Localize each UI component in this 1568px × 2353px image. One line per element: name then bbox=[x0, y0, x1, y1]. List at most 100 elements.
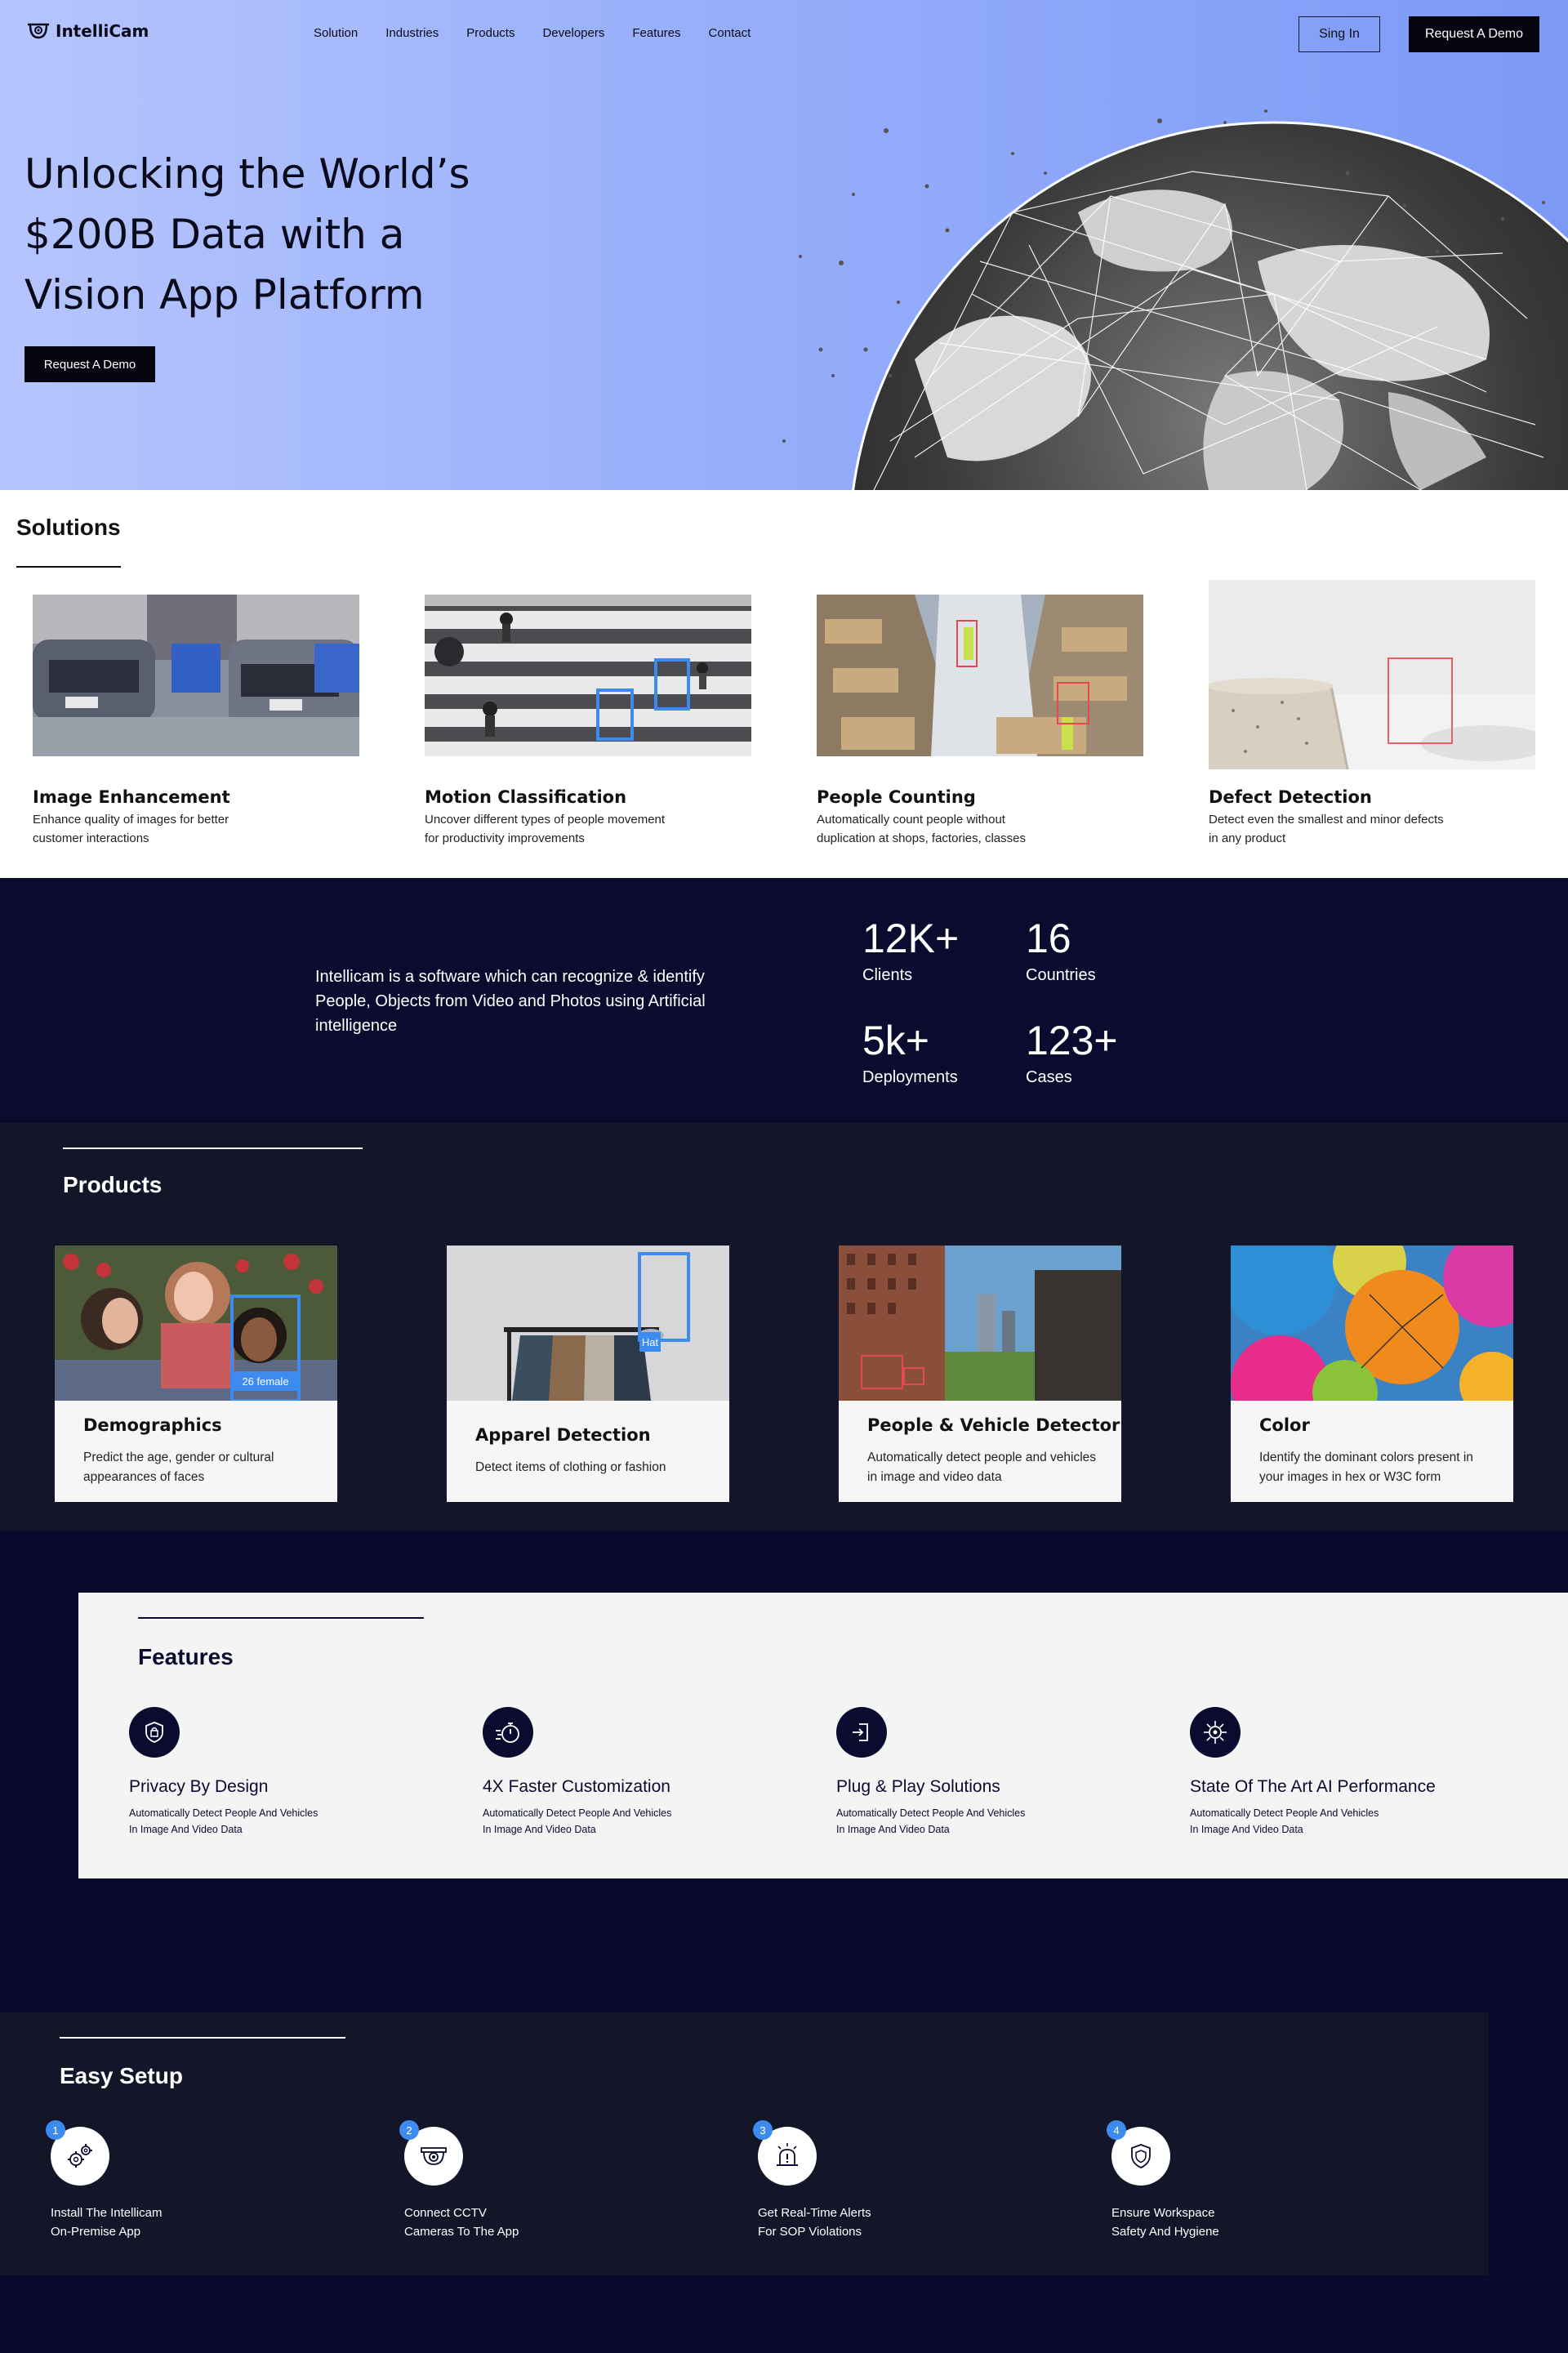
solution-image bbox=[425, 595, 751, 756]
section-title: Features bbox=[138, 1644, 234, 1669]
solution-image bbox=[817, 595, 1143, 756]
feature-item: Plug & Play Solutions Automatically Dete… bbox=[836, 1707, 1114, 1838]
products-section: Products 26 female Demographics Predict … bbox=[0, 1123, 1568, 1531]
solution-description: Enhance quality of images for better cus… bbox=[33, 813, 229, 845]
step-text-line: Safety And Hygiene bbox=[1111, 2225, 1219, 2239]
product-card[interactable]: People & Vehicle Detector Automatically … bbox=[839, 1246, 1121, 1502]
product-image bbox=[1231, 1246, 1513, 1401]
plug-in-icon bbox=[836, 1707, 887, 1758]
setup-step: 3 Get Real-Time Alerts For SOP Violation… bbox=[753, 2120, 962, 2241]
hero-title-line: $200B Data with a bbox=[24, 211, 405, 258]
feature-item: 4X Faster Customization Automatically De… bbox=[483, 1707, 760, 1838]
stat-label: Deployments bbox=[862, 1068, 958, 1086]
main-nav: Solution Industries Products Developers … bbox=[314, 26, 751, 40]
hero-title: Unlocking the World’s $200B Data with a … bbox=[24, 144, 482, 325]
stat-label: Countries bbox=[1026, 966, 1096, 984]
solutions-section: Solutions Image Enhancement Enhance qual… bbox=[0, 490, 1568, 878]
globe-image bbox=[782, 109, 1568, 490]
step-text: Install The Intellicam On-Premise App bbox=[51, 2204, 255, 2241]
step-number-badge: 1 bbox=[46, 2120, 65, 2140]
hero-title-line: Unlocking the World’s bbox=[24, 150, 470, 198]
cctv-camera-icon: 2 bbox=[399, 2120, 463, 2186]
step-text-line: For SOP Violations bbox=[758, 2225, 862, 2239]
divider bbox=[63, 1148, 363, 1149]
sign-in-button[interactable]: Sing In bbox=[1298, 16, 1380, 52]
feature-name: Plug & Play Solutions bbox=[836, 1777, 1000, 1796]
solution-name: Motion Classification bbox=[425, 787, 627, 807]
product-description: Detect items of clothing or fashion bbox=[475, 1460, 666, 1474]
step-text: Connect CCTV Cameras To The App bbox=[404, 2204, 608, 2241]
step-text: Ensure Workspace Safety And Hygiene bbox=[1111, 2204, 1316, 2241]
nav-item-contact[interactable]: Contact bbox=[709, 26, 751, 40]
hero-title-line: Vision App Platform bbox=[24, 271, 425, 319]
nav-item-solution[interactable]: Solution bbox=[314, 26, 358, 40]
product-image: 26 female bbox=[55, 1246, 337, 1401]
product-image: Hat bbox=[447, 1246, 729, 1401]
product-card[interactable]: 26 female Demographics Predict the age, … bbox=[55, 1246, 337, 1502]
stat-number: 12K+ bbox=[862, 916, 960, 961]
step-text-line: Install The Intellicam bbox=[51, 2206, 163, 2220]
stats-section: Intellicam is a software which can recog… bbox=[0, 878, 1568, 1123]
gears-icon: 1 bbox=[46, 2120, 109, 2186]
setup-step: 1 Install The Intellicam On-Premise App bbox=[46, 2120, 255, 2241]
product-image bbox=[839, 1246, 1121, 1401]
solution-image bbox=[33, 595, 359, 756]
nav-item-developers[interactable]: Developers bbox=[542, 26, 604, 40]
stat-cases: 123+ Cases bbox=[1026, 1018, 1118, 1087]
nav-item-industries[interactable]: Industries bbox=[385, 26, 439, 40]
easy-setup-section: Easy Setup 1 Install The Intellicam On-P… bbox=[0, 2012, 1489, 2275]
step-number-badge: 2 bbox=[399, 2120, 419, 2140]
stat-deployments: 5k+ Deployments bbox=[862, 1018, 958, 1087]
solution-image bbox=[1209, 580, 1535, 769]
hero-request-demo-button[interactable]: Request A Demo bbox=[24, 346, 155, 382]
section-title: Easy Setup bbox=[60, 2063, 183, 2088]
detection-tag: Hat bbox=[642, 1336, 659, 1348]
features-section: Features Privacy By Design Automatically… bbox=[78, 1593, 1568, 1878]
feature-item: State Of The Art AI Performance Automati… bbox=[1190, 1707, 1468, 1838]
step-text: Get Real-Time Alerts For SOP Violations bbox=[758, 2204, 962, 2241]
feature-description: Automatically Detect People And Vehicles… bbox=[836, 1807, 1026, 1835]
section-title: Products bbox=[63, 1172, 163, 1197]
product-name: Demographics bbox=[83, 1415, 222, 1435]
hero-section: IntelliCam Solution Industries Products … bbox=[0, 0, 1568, 490]
section-title: Solutions bbox=[16, 515, 121, 540]
feature-item: Privacy By Design Automatically Detect P… bbox=[129, 1707, 407, 1838]
product-name: Color bbox=[1259, 1415, 1310, 1435]
product-card[interactable]: Color Identify the dominant colors prese… bbox=[1231, 1246, 1513, 1502]
camera-logo-icon bbox=[28, 23, 49, 39]
divider bbox=[60, 2037, 345, 2039]
solution-description: Automatically count people without dupli… bbox=[817, 813, 1026, 845]
shield-icon bbox=[129, 1707, 180, 1758]
product-name: Apparel Detection bbox=[475, 1425, 651, 1445]
divider bbox=[138, 1617, 424, 1619]
request-demo-button[interactable]: Request A Demo bbox=[1409, 16, 1539, 52]
solution-name: Defect Detection bbox=[1209, 787, 1372, 807]
step-number-badge: 3 bbox=[753, 2120, 773, 2140]
step-number-badge: 4 bbox=[1107, 2120, 1126, 2140]
product-card[interactable]: Hat Apparel Detection Detect items of cl… bbox=[447, 1246, 729, 1502]
solution-name: Image Enhancement bbox=[33, 787, 230, 807]
product-description: Identify the dominant colors present in … bbox=[1259, 1451, 1473, 1484]
feature-description: Automatically Detect People And Vehicles… bbox=[129, 1807, 318, 1835]
alarm-icon: 3 bbox=[753, 2120, 817, 2186]
shield-icon: 4 bbox=[1107, 2120, 1170, 2186]
logo[interactable]: IntelliCam bbox=[26, 21, 149, 41]
stat-number: 5k+ bbox=[862, 1018, 930, 1063]
step-text-line: Cameras To The App bbox=[404, 2225, 519, 2239]
setup-step: 2 Connect CCTV Cameras To The App bbox=[399, 2120, 608, 2241]
nav-item-products[interactable]: Products bbox=[466, 26, 514, 40]
stat-clients: 12K+ Clients bbox=[862, 916, 959, 985]
step-text-line: Connect CCTV bbox=[404, 2206, 487, 2220]
solution-name: People Counting bbox=[817, 787, 976, 807]
stat-label: Cases bbox=[1026, 1068, 1072, 1086]
feature-description: Automatically Detect People And Vehicles… bbox=[483, 1807, 672, 1835]
product-description: Automatically detect people and vehicles… bbox=[867, 1451, 1097, 1484]
stat-countries: 16 Countries bbox=[1026, 916, 1096, 985]
ai-chip-icon bbox=[1190, 1707, 1241, 1758]
about-text: Intellicam is a software which can recog… bbox=[315, 968, 706, 1035]
step-text-line: Get Real-Time Alerts bbox=[758, 2206, 871, 2220]
stat-number: 16 bbox=[1026, 916, 1071, 961]
nav-item-features[interactable]: Features bbox=[632, 26, 680, 40]
logo-text: IntelliCam bbox=[56, 21, 149, 41]
feature-name: 4X Faster Customization bbox=[483, 1777, 670, 1796]
